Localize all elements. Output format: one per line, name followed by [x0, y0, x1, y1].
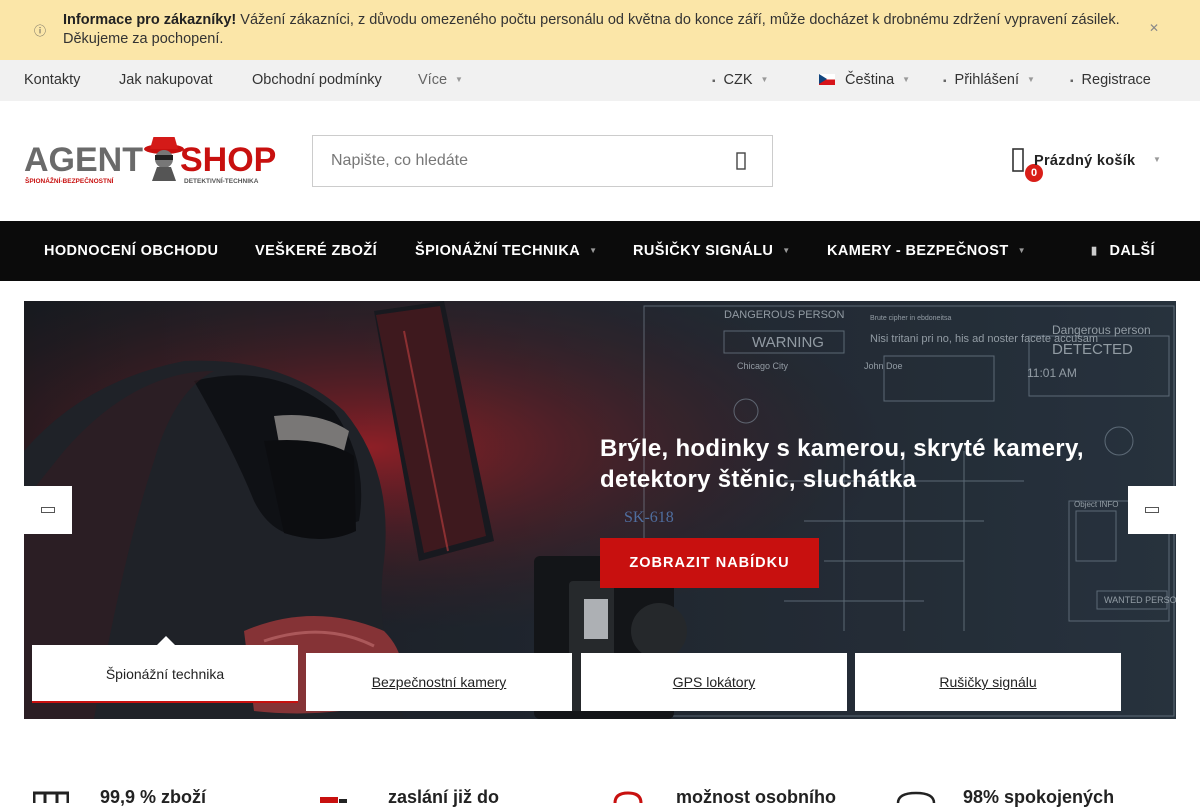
nav-item-spy-technology[interactable]: ŠPIONÁŽNÍ TECHNIKA ▼	[415, 243, 597, 259]
arrow-right-icon	[1145, 507, 1159, 513]
site-header: AGENT SHOP ŠPIONÁŽNÍ-BEZPEČNOSTNÍ DETEKT…	[0, 101, 1200, 221]
info-bar: ⓘ Informace pro zákazníky! Vážení zákazn…	[0, 0, 1200, 60]
logo-tagline-left: ŠPIONÁŽNÍ-BEZPEČNOSTNÍ	[25, 176, 114, 185]
hero-headline: Brýle, hodinky s kamerou, skryté kamery,…	[600, 435, 1084, 493]
logo-text-left: AGENT	[24, 141, 143, 179]
czech-flag-icon	[819, 74, 835, 85]
login-label: Přihlášení	[954, 72, 1020, 88]
chevron-down-icon: ▼	[902, 75, 911, 84]
more-label: Více	[418, 72, 448, 88]
language-selector[interactable]: Čeština ▼	[819, 72, 910, 88]
chevron-down-icon: ▼	[1017, 246, 1026, 255]
nav-more-label: DALŠÍ	[1109, 243, 1155, 259]
benefits-strip: 99,9 % zboží zaslání již do možnost osob…	[0, 719, 1200, 807]
link-how-to-buy[interactable]: Jak nakupovat	[119, 72, 213, 88]
tab-signal-jammers[interactable]: Rušičky signálu	[855, 653, 1121, 711]
logo-tagline-right: DETEKTIVNÍ-TECHNIKA	[184, 176, 259, 185]
search-input[interactable]	[313, 136, 713, 186]
chevron-down-icon: ▼	[455, 75, 463, 84]
link-terms[interactable]: Obchodní podmínky	[252, 72, 382, 88]
info-message: Informace pro zákazníky! Vážení zákazníc…	[63, 11, 1123, 49]
benefit-shipping: zaslání již do	[388, 787, 500, 807]
tab-spy-technology[interactable]: Špionážní technika	[32, 645, 298, 703]
show-offer-button[interactable]: ZOBRAZIT NABÍDKU	[600, 538, 819, 588]
benefit-stock: 99,9 % zboží	[100, 787, 207, 807]
close-icon[interactable]: ✕	[1149, 21, 1159, 35]
nav-item-store-rating[interactable]: HODNOCENÍ OBCHODU	[44, 243, 218, 259]
info-title: Informace pro zákazníky!	[63, 12, 237, 28]
slider-next-button[interactable]	[1128, 486, 1176, 534]
benefit-satisfied: 98% spokojených	[963, 787, 1115, 807]
slider-prev-button[interactable]	[24, 486, 72, 534]
tab-gps-locators[interactable]: GPS lokátory	[581, 653, 847, 711]
chevron-down-icon: ▼	[589, 246, 598, 255]
cart-label: Prázdný košík	[1034, 153, 1136, 169]
main-navigation: HODNOCENÍ OBCHODU VEŠKERÉ ZBOŽÍ ŠPIONÁŽN…	[0, 221, 1200, 281]
logo-text-right: SHOP	[180, 141, 276, 179]
language-label: Čeština	[845, 72, 895, 88]
user-icon: ▪	[943, 76, 947, 87]
search-box	[312, 135, 773, 187]
user-plus-icon: ▪	[1070, 76, 1074, 87]
menu-icon: ▮	[1091, 245, 1098, 257]
top-links-bar: Kontakty Jak nakupovat Obchodní podmínky…	[0, 60, 1200, 101]
chevron-down-icon: ▼	[782, 246, 791, 255]
delivery-truck-icon	[320, 797, 347, 803]
cart-button[interactable]: 0 Prázdný košík ▼	[1008, 147, 1168, 187]
nav-item-all-goods[interactable]: VEŠKERÉ ZBOŽÍ	[255, 243, 377, 259]
register-link[interactable]: ▪ Registrace	[1070, 72, 1151, 88]
chevron-down-icon: ▼	[1153, 155, 1161, 164]
hero-slider: DANGEROUS PERSON WARNING Dangerous perso…	[24, 301, 1176, 719]
info-icon: ⓘ	[34, 24, 47, 38]
spy-icon	[144, 137, 184, 181]
currency-selector[interactable]: ▪ CZK ▼	[712, 72, 768, 88]
nav-label: ŠPIONÁŽNÍ TECHNIKA	[415, 243, 581, 259]
tab-pointer	[157, 636, 175, 645]
shopping-bag-icon	[1012, 148, 1024, 172]
benefit-pickup: možnost osobního	[676, 787, 836, 807]
chevron-down-icon: ▼	[1027, 75, 1035, 84]
nav-item-more[interactable]: ▮ DALŠÍ	[1091, 243, 1155, 259]
nav-item-cameras-security[interactable]: KAMERY - BEZPEČNOST ▼	[827, 243, 1026, 259]
login-dropdown[interactable]: ▪ Přihlášení ▼	[943, 72, 1035, 88]
location-pin-icon	[613, 791, 643, 803]
satisfaction-icon	[896, 791, 936, 803]
currency-label: CZK	[723, 72, 753, 88]
link-contacts[interactable]: Kontakty	[24, 72, 80, 88]
coins-icon: ▪	[712, 76, 716, 87]
search-icon[interactable]	[733, 152, 749, 170]
nav-label: KAMERY - BEZPEČNOST	[827, 243, 1009, 259]
agent-shop-logo[interactable]: AGENT SHOP ŠPIONÁŽNÍ-BEZPEČNOSTNÍ DETEKT…	[24, 137, 280, 187]
register-label: Registrace	[1081, 72, 1151, 88]
nav-label: RUŠIČKY SIGNÁLU	[633, 243, 774, 259]
chevron-down-icon: ▼	[760, 75, 769, 84]
more-links-dropdown[interactable]: Více ▼	[418, 72, 463, 88]
tab-security-cameras[interactable]: Bezpečnostní kamery	[306, 653, 572, 711]
warehouse-icon	[33, 791, 69, 803]
arrow-left-icon	[41, 507, 55, 513]
nav-item-signal-jammers[interactable]: RUŠIČKY SIGNÁLU ▼	[633, 243, 791, 259]
